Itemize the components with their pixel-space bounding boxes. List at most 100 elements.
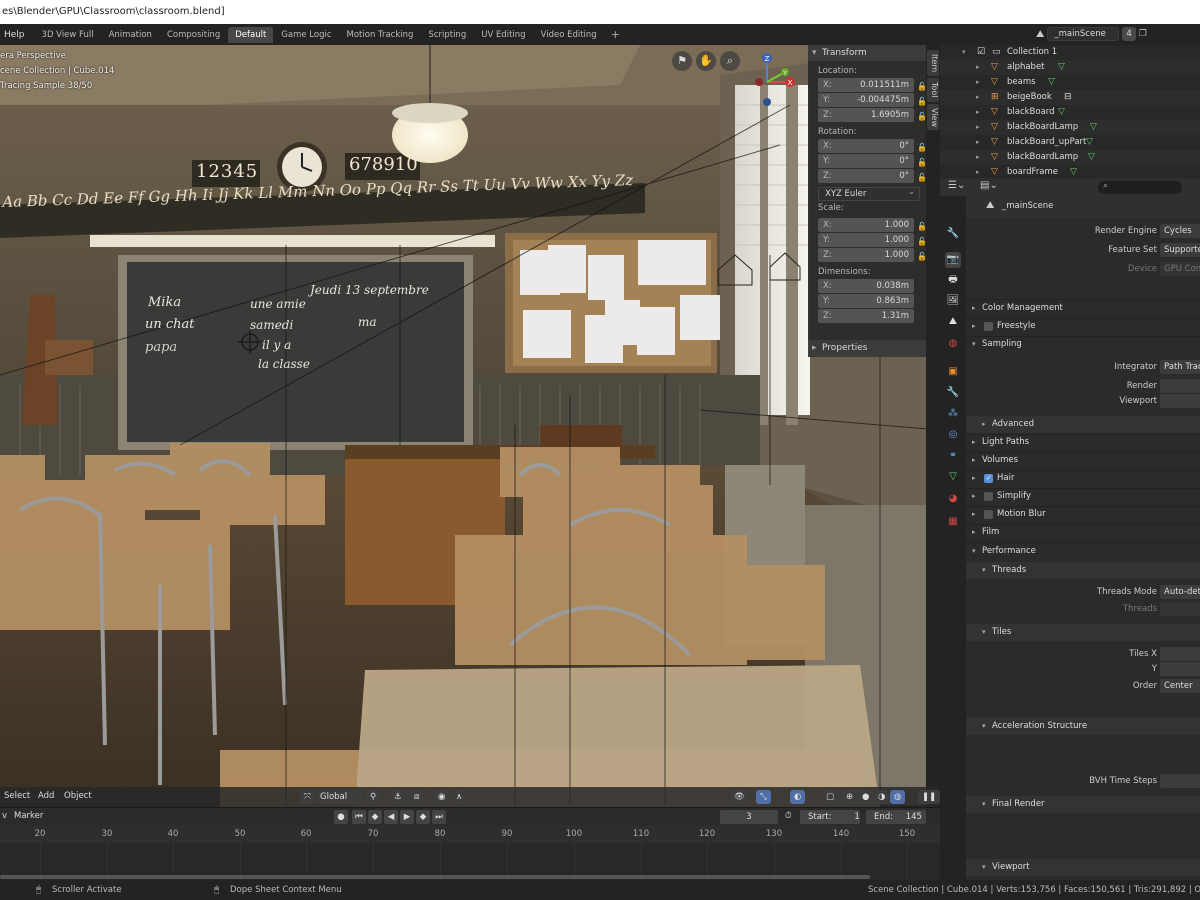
gizmo-neg-z-handle[interactable] [763,98,771,106]
simplify-checkbox[interactable] [984,492,993,501]
timeline-scrollbar[interactable] [0,875,870,879]
expand-icon[interactable]: ▸ [976,90,980,105]
object-menu[interactable]: Object [64,791,92,801]
stopwatch-icon[interactable]: ⏱ [785,811,792,821]
viewport-samples-field[interactable] [1160,394,1200,408]
transform-orientation-select[interactable]: Global [316,790,362,804]
shading-material-icon[interactable]: ◑ [874,790,890,804]
workspace-tab-animation[interactable]: Animation [102,27,159,43]
outliner-row[interactable]: ▸ ⊞ beigeBook ⊟ [940,90,1200,105]
material-tab-icon[interactable]: ◕ [945,491,961,507]
shading-rendered-icon[interactable]: ◍ [890,790,906,804]
tiles-y-field[interactable] [1160,662,1200,676]
marker-menu[interactable]: Marker [14,811,43,821]
outliner-row[interactable]: ▸ ▽ beams ▽ [940,75,1200,90]
hair-panel[interactable]: ▸ ✓ Hair [966,470,1200,487]
workspace-tab-video-editing[interactable]: Video Editing [534,27,604,43]
gizmo-neg-x-handle[interactable] [755,78,763,86]
light-paths-panel[interactable]: ▸ Light Paths [966,434,1200,451]
prev-keyframe-icon[interactable]: ◆ [368,810,382,824]
volumes-panel[interactable]: ▸ Volumes [966,452,1200,469]
render-samples-field[interactable] [1160,379,1200,393]
object-tab-icon[interactable]: ▣ [945,364,961,380]
dimensions-z-field[interactable]: Z: 1.31m [818,309,914,323]
world-tab-icon[interactable]: ◍ [945,336,961,352]
tiles-order-select[interactable]: Center [1160,679,1200,693]
proportional-edit-icon[interactable]: ◉ [434,790,450,804]
sidebar-tab-tool[interactable]: Tool [927,78,939,102]
outliner-row[interactable]: ▸ ▽ blackBoard_upPart ▽ [940,135,1200,150]
display-mode-icon[interactable]: ▤⌄ [980,180,998,191]
pan-hand-icon[interactable]: ✋ [696,51,716,71]
data-tab-icon[interactable]: ▽ [945,469,961,485]
location-z-field[interactable]: Z: 1.6905m 🔓 [818,108,927,122]
view-layer-tab-icon[interactable]: 🖼 [945,293,961,309]
collapse-icon[interactable]: ▾ [962,45,966,60]
freestyle-panel[interactable]: ▸ Freestyle [966,318,1200,335]
3d-viewport[interactable]: era Perspective cene Collection | Cube.0… [0,45,940,807]
threads-count-field[interactable] [1160,602,1200,616]
freestyle-checkbox[interactable] [984,322,993,331]
play-icon[interactable]: ▶ [400,810,414,824]
outliner-row-collection[interactable]: ▾ ☑ ▭ Collection 1 [940,45,1200,60]
current-frame-field[interactable]: 3 [720,810,778,824]
bvh-time-steps-field[interactable] [1160,774,1200,788]
workspace-tab-scripting[interactable]: Scripting [421,27,473,43]
advanced-subpanel[interactable]: ▸ Advanced [966,416,1200,433]
threads-mode-select[interactable]: Auto-detect [1160,585,1200,599]
texture-tab-icon[interactable]: ▦ [945,514,961,530]
sidebar-tab-item[interactable]: Item [927,50,939,76]
outliner-row[interactable]: ▸ ▽ alphabet ▽ [940,60,1200,75]
shading-solid-icon[interactable]: ● [858,790,874,804]
jump-end-icon[interactable]: ⏭ [432,810,446,824]
integrator-select[interactable]: Path Tracing [1160,360,1200,374]
render-engine-select[interactable]: Cycles [1160,224,1200,238]
feature-set-select[interactable]: Supported [1160,243,1200,257]
editor-type-icon[interactable]: ☰⌄ [948,180,965,191]
motion-blur-panel[interactable]: ▸ Motion Blur [966,506,1200,523]
rotation-mode-select[interactable]: XYZ Euler [818,186,920,201]
add-workspace-button[interactable]: + [605,28,626,41]
physics-tab-icon[interactable]: ◎ [945,427,961,443]
pause-render-icon[interactable]: ❚❚ [918,790,941,804]
dimensions-y-field[interactable]: Y: 0.863m [818,294,914,308]
dimensions-x-field[interactable]: X: 0.038m [818,279,914,293]
start-frame-field[interactable]: Start: 1 [800,810,860,824]
transform-orientation-icon[interactable]: ⤧ [300,790,315,804]
scene-name-field[interactable]: _mainScene [1047,27,1120,41]
copy-icon[interactable]: ❐ [1139,29,1147,39]
snap-target-icon[interactable]: ⧈ [410,790,424,804]
expand-icon[interactable]: ▸ [976,120,980,135]
checkbox-icon[interactable]: ☑ [977,45,985,60]
rotation-x-field[interactable]: X: 0° 🔓 [818,139,927,153]
record-icon[interactable]: ● [334,810,348,824]
color-management-panel[interactable]: ▸ Color Management [966,300,1200,317]
play-reverse-icon[interactable]: ◀ [384,810,398,824]
outliner-row[interactable]: ▸ ▽ blackBoardLamp ▽ [940,150,1200,165]
zoom-icon[interactable]: ⌕ [720,51,740,71]
outliner-search-input[interactable]: ⌕ [1098,181,1182,194]
tool-tab-icon[interactable]: 🔧 [945,226,961,242]
expand-icon[interactable]: ▸ [976,60,980,75]
acceleration-structure-subpanel[interactable]: ▾ Acceleration Structure [966,718,1200,735]
properties-panel-header[interactable]: Properties [808,340,926,357]
workspace-tab-uv-editing[interactable]: UV Editing [474,27,532,43]
workspace-tab-default[interactable]: Default [228,26,274,43]
tiles-x-field[interactable] [1160,647,1200,661]
scale-y-field[interactable]: Y: 1.000 🔓 [818,233,927,247]
final-render-subpanel[interactable]: ▾ Final Render [966,796,1200,813]
next-keyframe-icon[interactable]: ◆ [416,810,430,824]
scale-z-field[interactable]: Z: 1.000 🔓 [818,248,927,262]
falloff-icon[interactable]: ∧ [452,790,467,804]
modifier-tab-icon[interactable]: 🔧 [945,385,961,401]
constraints-tab-icon[interactable]: ⚭ [945,448,961,464]
film-panel[interactable]: ▸ Film [966,524,1200,541]
workspace-tab-game-logic[interactable]: Game Logic [274,27,338,43]
viewport-subpanel[interactable]: ▾ Viewport [966,859,1200,876]
workspace-tab-compositing[interactable]: Compositing [160,27,227,43]
tiles-subpanel[interactable]: ▾ Tiles [966,624,1200,641]
pivot-icon[interactable]: ⚲ [366,790,381,804]
output-tab-icon[interactable]: 🖶 [945,272,961,288]
threads-subpanel[interactable]: ▾ Threads [966,562,1200,579]
outliner-row[interactable]: ▸ ▽ blackBoard ▽ [940,105,1200,120]
